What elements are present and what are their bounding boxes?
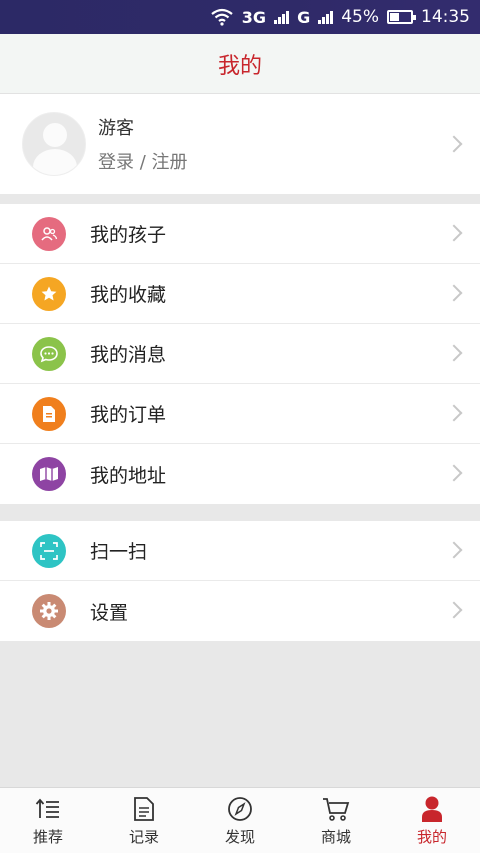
star-icon <box>32 276 66 311</box>
bottom-tab-bar: 推荐 记录 发现 商城 我的 <box>0 787 480 853</box>
menu-group-account: 我的孩子 我的收藏 我的消息 我的订单 我的地址 <box>0 204 480 504</box>
menu-label: 我的孩子 <box>90 224 167 246</box>
gear-icon <box>32 594 66 628</box>
chevron-right-icon <box>445 404 463 422</box>
menu-item-settings[interactable]: 设置 <box>0 581 480 641</box>
menu-label: 我的订单 <box>90 404 167 426</box>
menu-item-children[interactable]: 我的孩子 <box>0 204 480 264</box>
recommend-icon <box>35 794 61 824</box>
battery-icon <box>387 10 416 24</box>
tab-record[interactable]: 记录 <box>96 788 192 853</box>
menu-item-messages[interactable]: 我的消息 <box>0 324 480 384</box>
chevron-right-icon <box>445 541 463 559</box>
tab-label: 推荐 <box>32 828 63 846</box>
chevron-right-icon <box>445 135 463 153</box>
menu-item-orders[interactable]: 我的订单 <box>0 384 480 444</box>
message-icon <box>32 336 66 371</box>
tab-label: 商城 <box>320 828 351 846</box>
chevron-right-icon <box>445 344 463 362</box>
battery-level <box>390 13 399 21</box>
menu-item-address[interactable]: 我的地址 <box>0 444 480 504</box>
profile-card[interactable]: 游客 登录 / 注册 <box>0 94 480 194</box>
status-bar: 3G G 45% 14:35 <box>0 0 480 34</box>
chevron-right-icon <box>445 284 463 302</box>
signal-icon-2 <box>318 10 334 24</box>
network-type-2: G <box>297 7 311 27</box>
record-icon <box>133 794 155 824</box>
chevron-right-icon <box>445 464 463 482</box>
chevron-right-icon <box>445 224 463 242</box>
avatar[interactable] <box>22 112 86 176</box>
tab-mine[interactable]: 我的 <box>384 788 480 853</box>
tab-label: 我的 <box>416 828 447 846</box>
children-icon <box>32 216 66 251</box>
battery-percent: 45% <box>341 7 379 27</box>
menu-label: 我的消息 <box>90 344 167 366</box>
chevron-right-icon <box>445 601 463 619</box>
menu-item-favorites[interactable]: 我的收藏 <box>0 264 480 324</box>
page-title: 我的 <box>217 53 262 79</box>
menu-label: 扫一扫 <box>90 541 148 563</box>
tab-discover[interactable]: 发现 <box>192 788 288 853</box>
map-icon <box>32 457 66 491</box>
title-bar: 我的 <box>0 34 480 94</box>
order-icon <box>32 396 66 431</box>
menu-item-scan[interactable]: 扫一扫 <box>0 521 480 581</box>
tab-label: 发现 <box>224 828 255 846</box>
menu-label: 我的地址 <box>90 464 167 487</box>
compass-icon <box>227 794 253 824</box>
tab-recommend[interactable]: 推荐 <box>0 788 96 853</box>
tab-mall[interactable]: 商城 <box>288 788 384 853</box>
profile-name: 游客 <box>98 118 134 139</box>
clock: 14:35 <box>421 7 470 27</box>
network-type-1: 3G <box>241 7 267 27</box>
signal-icon-1 <box>274 10 290 24</box>
menu-group-tools: 扫一扫 设置 <box>0 521 480 641</box>
cart-icon <box>322 794 350 824</box>
tab-label: 记录 <box>128 828 159 846</box>
wifi-icon <box>211 8 233 26</box>
user-icon <box>420 794 444 824</box>
menu-label: 我的收藏 <box>90 284 167 306</box>
scan-icon <box>32 533 66 568</box>
login-register-link[interactable]: 登录 / 注册 <box>98 148 188 174</box>
menu-label: 设置 <box>90 601 129 624</box>
